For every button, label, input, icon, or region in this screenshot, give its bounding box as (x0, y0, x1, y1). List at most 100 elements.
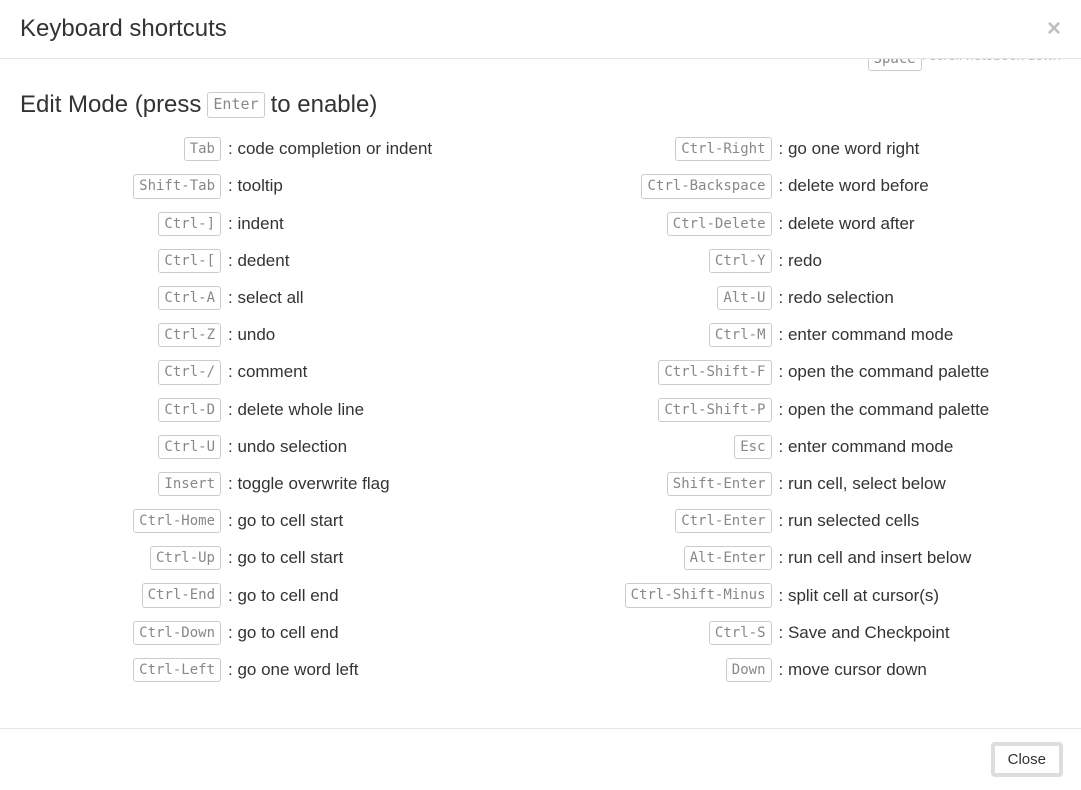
shortcut-description: : dedent (225, 251, 511, 271)
shortcut-keycell: Ctrl-[ (20, 249, 225, 273)
shortcut-keycell: Ctrl-End (20, 583, 225, 607)
dialog-body[interactable]: Space : scroll notebook down Edit Mode (… (0, 59, 1081, 728)
shortcut-keycell: Ctrl-A (20, 286, 225, 310)
shortcut-key: Ctrl-End (142, 583, 221, 607)
shortcut-keycell: Ctrl-M (571, 323, 776, 347)
shortcut-description: : select all (225, 288, 511, 308)
shortcut-keycell: Ctrl-Left (20, 658, 225, 682)
shortcut-row: Ctrl-Backspace: delete word before (571, 174, 1062, 198)
shortcut-row: Ctrl-Enter: run selected cells (571, 509, 1062, 533)
enter-key: Enter (207, 92, 264, 118)
shortcut-description: : go to cell end (225, 586, 511, 606)
shortcut-row: Ctrl-]: indent (20, 212, 511, 236)
shortcut-keycell: Ctrl-D (20, 398, 225, 422)
shortcut-key: Ctrl-S (709, 621, 772, 645)
shortcut-description: : move cursor down (776, 660, 1062, 680)
shortcut-row: Alt-U: redo selection (571, 286, 1062, 310)
shortcut-row: Ctrl-Up: go to cell start (20, 546, 511, 570)
shortcut-key: Ctrl-Up (150, 546, 221, 570)
shortcut-key: Ctrl-Enter (675, 509, 771, 533)
shortcut-row: Alt-Enter: run cell and insert below (571, 546, 1062, 570)
shortcut-keycell: Ctrl-Up (20, 546, 225, 570)
shortcut-key: Ctrl-Shift-Minus (625, 583, 772, 607)
shortcut-description: : delete word after (776, 214, 1062, 234)
shortcut-row: Shift-Enter: run cell, select below (571, 472, 1062, 496)
shortcut-row: Ctrl-End: go to cell end (20, 583, 511, 607)
shortcut-keycell: Ctrl-Right (571, 137, 776, 161)
shortcut-key: Alt-Enter (684, 546, 772, 570)
shortcuts-right-column: Ctrl-Right: go one word rightCtrl-Backsp… (571, 137, 1062, 695)
shortcut-description: : undo selection (225, 437, 511, 457)
shortcut-key: Down (726, 658, 772, 682)
close-icon[interactable]: × (1047, 17, 1061, 41)
shortcut-description: : run selected cells (776, 511, 1062, 531)
shortcut-description: : indent (225, 214, 511, 234)
shortcut-key: Ctrl-Down (133, 621, 221, 645)
shortcut-row: Shift-Tab: tooltip (20, 174, 511, 198)
shortcut-keycell: Ctrl-Backspace (571, 174, 776, 198)
shortcut-key: Ctrl-M (709, 323, 772, 347)
shortcut-description: : toggle overwrite flag (225, 474, 511, 494)
shortcut-row: Ctrl-/: comment (20, 360, 511, 384)
shortcut-row: Ctrl-Down: go to cell end (20, 621, 511, 645)
shortcut-key: Alt-U (717, 286, 771, 310)
shortcut-description: : go to cell start (225, 511, 511, 531)
shortcut-description: : enter command mode (776, 437, 1062, 457)
shortcut-row: Ctrl-Delete: delete word after (571, 212, 1062, 236)
shortcut-description: : comment (225, 362, 511, 382)
shortcuts-left-column: Tab: code completion or indent Shift-Tab:… (20, 137, 511, 695)
shortcut-keycell: Ctrl-Down (20, 621, 225, 645)
shortcut-keycell: Alt-Enter (571, 546, 776, 570)
shortcut-description: : run cell and insert below (776, 548, 1062, 568)
shortcut-description: : delete word before (776, 176, 1062, 196)
edit-mode-heading: Edit Mode (press Enter to enable) (20, 91, 1061, 119)
shortcut-keycell: Ctrl-Delete (571, 212, 776, 236)
shortcut-key: Ctrl-Right (675, 137, 771, 161)
previous-section-peek: Space : scroll notebook down (20, 59, 1061, 71)
shortcut-keycell: Ctrl-Z (20, 323, 225, 347)
shortcut-row: Ctrl-Y: redo (571, 249, 1062, 273)
shortcut-description: : go one word left (225, 660, 511, 680)
shortcut-row: Ctrl-A: select all (20, 286, 511, 310)
shortcut-description: : Save and Checkpoint (776, 623, 1062, 643)
shortcut-keycell: Alt-U (571, 286, 776, 310)
shortcut-keycell: Esc (571, 435, 776, 459)
dialog-footer: Close (0, 728, 1081, 790)
shortcut-row: Ctrl-U: undo selection (20, 435, 511, 459)
shortcut-keycell: Ctrl-Y (571, 249, 776, 273)
shortcut-description: : open the command palette (776, 400, 1062, 420)
shortcut-key: Ctrl-D (158, 398, 221, 422)
shortcut-keycell: Ctrl-Shift-P (571, 398, 776, 422)
shortcut-key: Ctrl-Backspace (641, 174, 771, 198)
shortcut-description: : redo selection (776, 288, 1062, 308)
shortcut-row: Tab: code completion or indent (20, 137, 511, 161)
shortcut-row: Esc: enter command mode (571, 435, 1062, 459)
close-button[interactable]: Close (993, 744, 1061, 775)
shortcut-key: Ctrl-[ (158, 249, 221, 273)
shortcut-row: Ctrl-M: enter command mode (571, 323, 1062, 347)
shortcut-description: : go to cell end (225, 623, 511, 643)
shortcut-keycell: Shift-Enter (571, 472, 776, 496)
shortcut-description: : split cell at cursor(s) (776, 586, 1062, 606)
shortcut-description: : redo (776, 251, 1062, 271)
shortcut-row: Insert: toggle overwrite flag (20, 472, 511, 496)
shortcut-key: Ctrl-Left (133, 658, 221, 682)
heading-prefix: Edit Mode (press (20, 91, 201, 119)
shortcut-keycell: Ctrl-Enter (571, 509, 776, 533)
shortcut-keycell: Down (571, 658, 776, 682)
shortcut-key: Ctrl-Shift-P (658, 398, 771, 422)
shortcut-row: Ctrl-Z: undo (20, 323, 511, 347)
shortcut-description: : run cell, select below (776, 474, 1062, 494)
heading-suffix: to enable) (271, 91, 378, 119)
shortcut-keycell: Ctrl-Shift-Minus (571, 583, 776, 607)
shortcut-key: Ctrl-/ (158, 360, 221, 384)
shortcut-key: Ctrl-Delete (667, 212, 772, 236)
shortcut-row: Ctrl-Shift-Minus: split cell at cursor(s… (571, 583, 1062, 607)
shortcut-row: Ctrl-Shift-P: open the command palette (571, 398, 1062, 422)
shortcuts-columns: Tab: code completion or indent Shift-Tab:… (20, 137, 1061, 695)
shortcut-keycell: Ctrl-Home (20, 509, 225, 533)
shortcut-description: : delete whole line (225, 400, 511, 420)
shortcut-keycell: Ctrl-S (571, 621, 776, 645)
shortcut-row: Ctrl-Shift-F: open the command palette (571, 360, 1062, 384)
keyboard-shortcuts-dialog: Keyboard shortcuts × Space : scroll note… (0, 0, 1081, 790)
